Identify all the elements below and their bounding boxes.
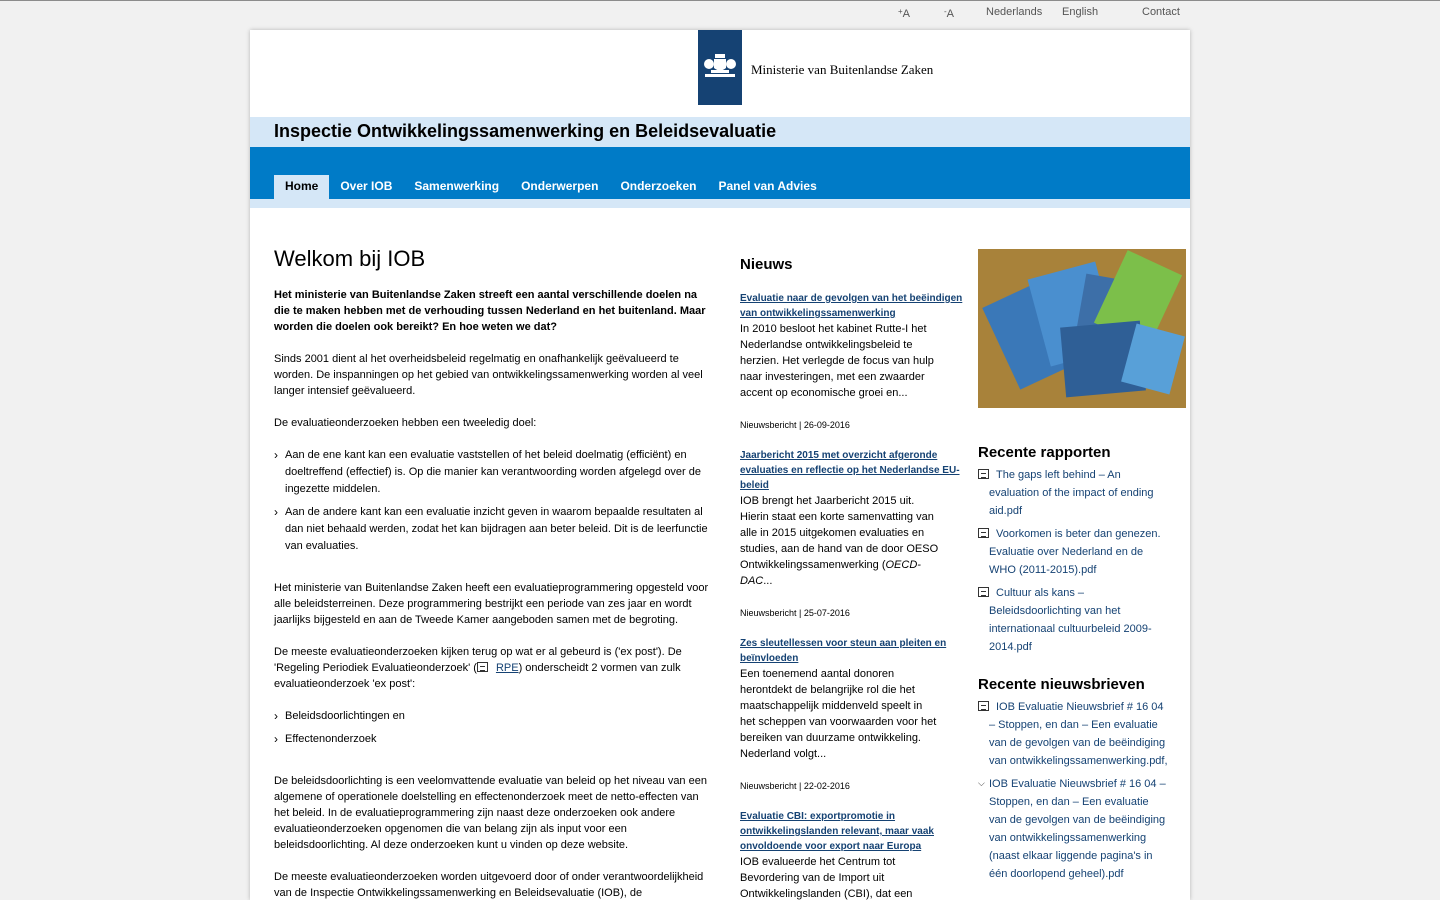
top-border <box>0 0 1440 1</box>
news-item-title-link[interactable]: Jaarbericht 2015 met overzicht afgeronde… <box>740 448 966 493</box>
list-item: Aan de andere kant kan een evaluatie inz… <box>274 504 714 555</box>
intro-lead: Het ministerie van Buitenlandse Zaken st… <box>274 289 706 333</box>
nav-onderwerpen[interactable]: Onderwerpen <box>510 175 609 199</box>
recent-reports-list: The gaps left behind – An evaluation of … <box>978 466 1178 656</box>
nav-underline <box>250 199 1190 208</box>
nav-onderzoeken[interactable]: Onderzoeken <box>609 175 707 199</box>
paragraph: De meeste evaluatieonderzoeken worden ui… <box>274 871 704 899</box>
text-larger-button[interactable]: +A <box>898 7 910 20</box>
paragraph: Sinds 2001 dient al het overheidsbeleid … <box>274 353 703 397</box>
rpe-link[interactable]: RPE <box>496 662 519 674</box>
news-item: Zes sleutellessen voor steun aan pleiten… <box>740 636 966 794</box>
site-title: Inspectie Ontwikkelingssamenwerking en B… <box>274 121 777 141</box>
page-title: Welkom bij IOB <box>274 246 426 271</box>
pdf-icon <box>978 528 989 538</box>
news-item-meta: Nieuwsbericht | 26-09-2016 <box>740 420 850 430</box>
paragraph: De beleidsdoorlichting is een veelomvatt… <box>274 775 707 851</box>
recent-newsletters-list: IOB Evaluatie Nieuwsbrief # 16 04 – Stop… <box>978 698 1178 883</box>
reports-photo <box>978 249 1186 408</box>
news-heading: Nieuws <box>740 256 793 273</box>
list-item: Aan de ene kant kan een evaluatie vastst… <box>274 447 714 498</box>
paragraph: De meeste evaluatieonderzoeken kijken te… <box>274 646 682 690</box>
contact-link[interactable]: Contact <box>1142 6 1180 18</box>
list-item: Beleidsdoorlichtingen en <box>274 708 714 725</box>
news-item-summary: Een toenemend aantal donoren herontdekt … <box>740 668 937 760</box>
news-item-title-link[interactable]: Evaluatie naar de gevolgen van het beëin… <box>740 291 966 321</box>
news-item-summary: In 2010 besloot het kabinet Rutte-I het … <box>740 323 934 399</box>
text-smaller-button[interactable]: -A <box>944 7 954 20</box>
purpose-list: Aan de ene kant kan een evaluatie vastst… <box>274 447 714 555</box>
report-booklets-image <box>978 249 1186 408</box>
ministry-logo[interactable] <box>698 30 742 105</box>
nav-over-iob[interactable]: Over IOB <box>329 175 403 199</box>
news-item-meta: Nieuwsbericht | 25-07-2016 <box>740 608 850 618</box>
pdf-icon <box>978 587 989 597</box>
sidebar: Recente rapporten The gaps left behind –… <box>978 249 1186 900</box>
news-item: Evaluatie naar de gevolgen van het beëin… <box>740 291 966 433</box>
document-icon <box>476 662 488 672</box>
page-container: Ministerie van Buitenlandse Zaken Inspec… <box>250 30 1190 900</box>
ex-post-list: Beleidsdoorlichtingen en Effectenonderzo… <box>274 708 714 748</box>
news-item-summary: IOB evalueerde het Centrum tot Bevorderi… <box>740 856 913 900</box>
newsletter-link[interactable]: IOB Evaluatie Nieuwsbrief # 16 04 – Stop… <box>978 698 1168 770</box>
news-item-meta: Nieuwsbericht | 22-02-2016 <box>740 781 850 791</box>
ministry-name: Ministerie van Buitenlandse Zaken <box>751 62 934 77</box>
lang-en-link[interactable]: English <box>1062 6 1098 18</box>
main-content: Welkom bij IOB Het ministerie van Buiten… <box>274 245 714 900</box>
news-item: Evaluatie CBI: exportpromotie in ontwikk… <box>740 809 966 900</box>
paragraph: De evaluatieonderzoeken hebben een tweel… <box>274 417 537 429</box>
news-column: Nieuws Evaluatie naar de gevolgen van he… <box>740 257 966 900</box>
nav-samenwerking[interactable]: Samenwerking <box>403 175 510 199</box>
report-link[interactable]: The gaps left behind – An evaluation of … <box>978 466 1168 520</box>
newsletter-link[interactable]: IOB Evaluatie Nieuwsbrief # 16 04 – Stop… <box>978 774 1168 883</box>
coat-of-arms-icon <box>704 54 736 77</box>
nav-home[interactable]: Home <box>274 175 330 199</box>
pdf-icon <box>978 469 989 479</box>
report-link[interactable]: Cultuur als kans – Beleidsdoorlichting v… <box>978 584 1168 656</box>
recent-newsletters-heading: Recente nieuwsbrieven <box>978 676 1145 693</box>
site-title-band: Inspectie Ontwikkelingssamenwerking en B… <box>250 117 1190 147</box>
news-item-summary: IOB brengt het Jaarbericht 2015 uit. Hie… <box>740 495 939 587</box>
pdf-icon <box>978 701 989 711</box>
paragraph: Het ministerie van Buitenlandse Zaken he… <box>274 582 709 626</box>
nav-panel-van-advies[interactable]: Panel van Advies <box>707 175 827 199</box>
main-navigation: Home Over IOB Samenwerking Onderwerpen O… <box>250 147 1190 199</box>
news-item-title-link[interactable]: Zes sleutellessen voor steun aan pleiten… <box>740 636 966 666</box>
list-item: Effectenonderzoek <box>274 731 714 748</box>
news-item-title-link[interactable]: Evaluatie CBI: exportpromotie in ontwikk… <box>740 809 966 854</box>
recent-reports-heading: Recente rapporten <box>978 444 1111 461</box>
news-item: Jaarbericht 2015 met overzicht afgeronde… <box>740 448 966 621</box>
lang-nl-link[interactable]: Nederlands <box>986 6 1042 18</box>
report-link[interactable]: Voorkomen is beter dan genezen. Evaluati… <box>978 525 1168 579</box>
